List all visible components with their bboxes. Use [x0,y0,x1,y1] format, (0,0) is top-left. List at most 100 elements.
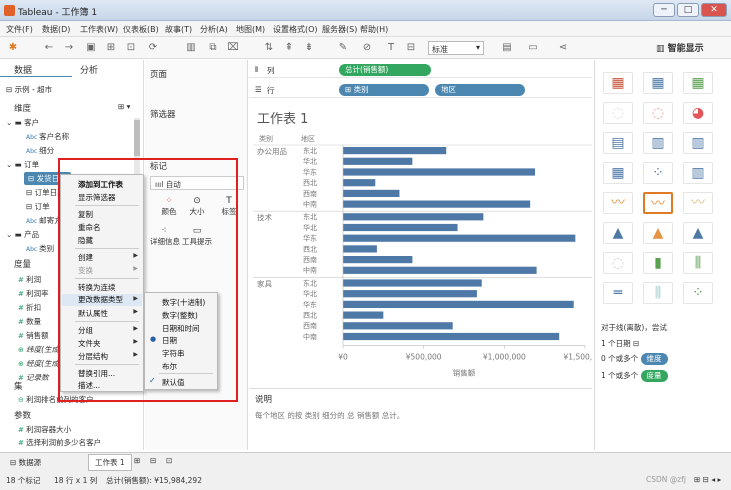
chart-type-thumbnail-icon[interactable]: ▥ [683,162,713,184]
tableau-home-icon[interactable]: ✱ [6,41,20,54]
menu-file[interactable]: 文件(F) [6,24,33,35]
tab-analysis[interactable]: 分析 [80,63,98,76]
chart-type-thumbnail-icon[interactable]: ⁘ [643,162,673,184]
menu-format[interactable]: 设置格式(O) [273,24,318,35]
measure-quantity[interactable]: # 数量 [18,316,41,327]
smart-show-button[interactable]: ▥ 智能显示 [656,41,704,54]
menu-folder[interactable]: 文件夹 [78,338,101,349]
new-sheet-tab-icon[interactable]: ⊞ [134,456,140,465]
filters-shelf[interactable]: 筛选器 [150,108,176,120]
menu-server[interactable]: 服务器(S) [322,24,357,35]
param-top-customers[interactable]: # 选择利润前多少名客户 [18,437,101,448]
type-default[interactable]: 默认值 [162,377,185,388]
new-story-tab-icon[interactable]: ⊡ [166,456,172,465]
chart-type-thumbnail-icon[interactable]: ▥ [643,132,673,154]
row-pill-region[interactable]: 地区 [435,84,525,96]
menu-group[interactable]: 分组 [78,325,93,336]
dim-customer-name[interactable]: Abc 客户名称 [26,131,69,142]
columns-shelf[interactable]: ⦀ 列 总计(销售额) [249,62,592,78]
clear-icon[interactable]: ⌧ [226,41,240,54]
type-datetime[interactable]: 日期和时间 [162,323,200,334]
chart-type-thumbnail-icon[interactable]: 〰 [643,192,673,214]
chart-type-thumbnail-icon[interactable]: ◌ [643,102,673,124]
menu-describe[interactable]: 描述... [78,380,100,391]
measure-profit-ratio[interactable]: # 利润率 [18,288,49,299]
menu-change-data-type[interactable]: 更改数据类型 [62,294,142,306]
chart-type-thumbnail-icon[interactable]: ▮ [643,252,673,274]
menu-create[interactable]: 创建 [78,252,93,263]
tab-datasource[interactable]: ⊟ 数据源 [6,456,45,469]
menu-show-filter[interactable]: 显示筛选器 [78,192,116,203]
sort-desc-icon[interactable]: ⇟ [302,41,316,54]
menu-analysis[interactable]: 分析(A) [200,24,228,35]
show-cards-icon[interactable]: ▤ [500,41,514,54]
chart-type-thumbnail-icon[interactable]: ▲ [603,222,633,244]
chart-type-thumbnail-icon[interactable]: ▦ [603,72,633,94]
measure-longitude[interactable]: ⊕ 经度(生成) [18,358,62,369]
rows-shelf[interactable]: ☰ 行 ⊞ 类别 地区 [249,82,592,98]
type-date[interactable]: 日期 [162,335,177,346]
chart-type-thumbnail-icon[interactable]: ▥ [683,132,713,154]
param-profit-bin[interactable]: # 利润容器大小 [18,424,71,435]
menu-hide[interactable]: 隐藏 [78,235,93,246]
refresh-icon[interactable]: ⟳ [146,41,160,54]
chart-icon[interactable]: ▥ [184,41,198,54]
menu-map[interactable]: 地图(M) [236,24,265,35]
row-pill-category[interactable]: ⊞ 类别 [339,84,429,96]
chart-type-thumbnail-icon[interactable]: ⫼ [683,252,713,274]
menu-rename[interactable]: 重命名 [78,222,101,233]
chart-type-thumbnail-icon[interactable]: ⫼ [643,282,673,304]
datasource-item[interactable]: ⊟ 示例 - 超市 [6,84,52,95]
chart-type-thumbnail-icon[interactable]: ▤ [603,132,633,154]
menu-story[interactable]: 故事(T) [165,24,192,35]
menu-default-properties[interactable]: 默认属性 [78,308,108,319]
pages-shelf[interactable]: 页面 [150,68,167,80]
chart-type-thumbnail-icon[interactable]: ▦ [643,72,673,94]
menu-convert-continuous[interactable]: 转换为连续 [78,282,116,293]
sort-asc-icon[interactable]: ⇞ [282,41,296,54]
chart-type-thumbnail-icon[interactable]: ◌ [603,252,633,274]
menu-worksheet[interactable]: 工作表(W) [80,24,118,35]
menu-data[interactable]: 数据(D) [42,24,70,35]
view-nav-icons[interactable]: ⊞ ⊟ ◂ ▸ [694,475,721,484]
maximize-button[interactable]: □ [677,3,699,17]
dim-order-id[interactable]: ⊟ 订单 [26,201,50,212]
fit-select[interactable]: 标准 ▾ [428,41,484,55]
measure-latitude[interactable]: ⊕ 纬度(生成) [18,344,62,355]
minimize-button[interactable]: ─ [653,3,675,17]
highlight-icon[interactable]: ✎ [336,41,350,54]
dim-folder-product[interactable]: ⌄ ▬ 产品 [6,229,39,240]
column-pill-sales[interactable]: 总计(销售额) [339,64,431,76]
chart-type-thumbnail-icon[interactable]: ▦ [603,162,633,184]
group-icon[interactable]: ⊘ [360,41,374,54]
dim-folder-order[interactable]: ⌄ ▬ 订单 [6,159,39,170]
dims-menu-icon[interactable]: ⊞ ▾ [118,102,130,111]
chart-type-thumbnail-icon[interactable]: 〰 [683,192,713,214]
menu-add-to-sheet[interactable]: 添加到工作表 [78,179,123,190]
menu-replace-references[interactable]: 替换引用... [78,368,115,379]
new-datasource-icon[interactable]: ⊞ [104,41,118,54]
redo-icon[interactable]: → [62,41,76,54]
undo-icon[interactable]: ← [42,41,56,54]
swap-icon[interactable]: ⇅ [262,41,276,54]
menu-hierarchy[interactable]: 分层结构 [78,351,108,362]
measure-discount[interactable]: # 折扣 [18,302,41,313]
chart-type-thumbnail-icon[interactable]: ▦ [683,72,713,94]
menu-dashboard[interactable]: 仪表板(B) [123,24,159,35]
type-boolean[interactable]: 布尔 [162,361,177,372]
chart-type-thumbnail-icon[interactable]: ◌ [603,102,633,124]
presentation-icon[interactable]: ▭ [526,41,540,54]
chart-type-thumbnail-icon[interactable]: ═ [603,282,633,304]
share-icon[interactable]: ⋖ [556,41,570,54]
menu-copy[interactable]: 复制 [78,209,93,220]
tab-data[interactable]: 数据 [14,63,32,76]
dim-folder-customer[interactable]: ⌄ ▬ 客户 [6,117,39,128]
dims-scrollbar-thumb[interactable] [134,120,140,156]
close-button[interactable]: ✕ [701,3,727,17]
chart-type-thumbnail-icon[interactable]: ⁘ [683,282,713,304]
type-string[interactable]: 字符串 [162,348,185,359]
menu-help[interactable]: 帮助(H) [360,24,388,35]
new-sheet-icon[interactable]: ⊡ [124,41,138,54]
duplicate-icon[interactable]: ⧉ [206,41,220,54]
new-dashboard-tab-icon[interactable]: ⊟ [150,456,156,465]
